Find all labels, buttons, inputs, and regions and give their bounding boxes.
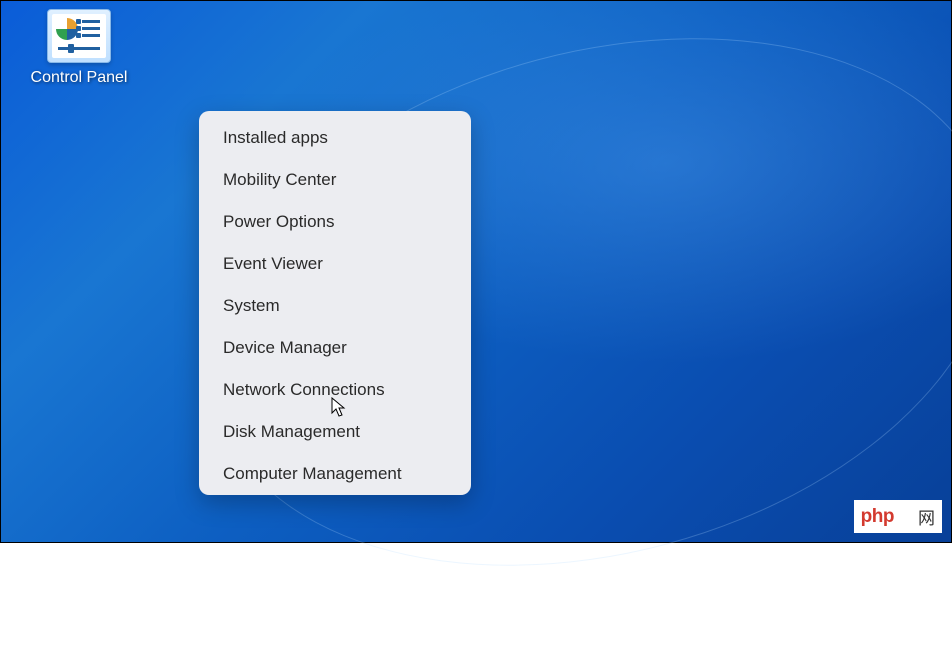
list-lines-icon (82, 20, 100, 37)
watermark-prefix: php (861, 506, 894, 528)
menu-item-event-viewer[interactable]: Event Viewer (199, 243, 471, 285)
menu-item-device-manager[interactable]: Device Manager (199, 327, 471, 369)
menu-item-installed-apps[interactable]: Installed apps (199, 117, 471, 159)
desktop-background[interactable]: Control Panel Installed apps Mobility Ce… (1, 1, 951, 542)
menu-item-network-connections[interactable]: Network Connections (199, 369, 471, 411)
slider-icon (58, 47, 100, 50)
menu-item-power-options[interactable]: Power Options (199, 201, 471, 243)
pie-chart-icon (56, 18, 78, 40)
winx-context-menu: Installed apps Mobility Center Power Opt… (199, 111, 471, 495)
menu-item-disk-management[interactable]: Disk Management (199, 411, 471, 453)
menu-item-system[interactable]: System (199, 285, 471, 327)
desktop-icon-label: Control Panel (31, 69, 128, 87)
watermark-suffix: 网 (918, 504, 935, 529)
watermark: php 网 (854, 500, 942, 533)
control-panel-icon (47, 9, 111, 63)
menu-item-computer-management[interactable]: Computer Management (199, 453, 471, 495)
desktop-icon-control-panel[interactable]: Control Panel (25, 9, 133, 87)
menu-item-mobility-center[interactable]: Mobility Center (199, 159, 471, 201)
